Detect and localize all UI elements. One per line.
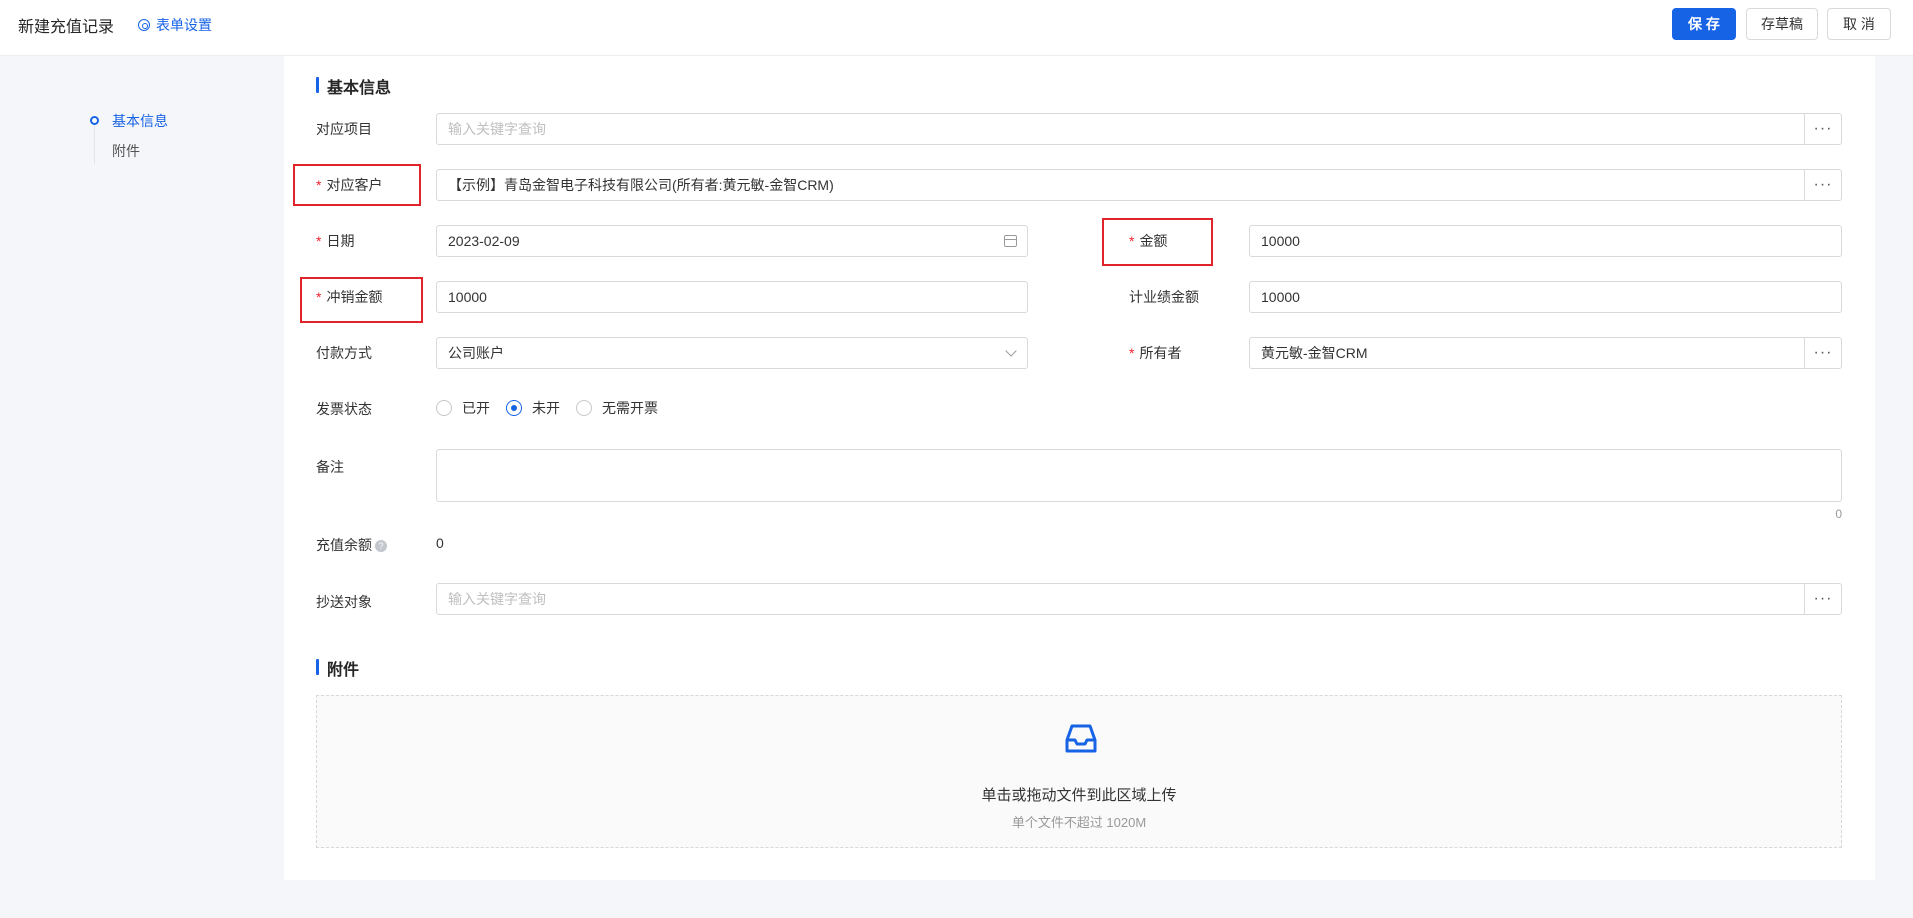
anchor-item-basic[interactable]: 基本信息	[90, 106, 168, 136]
help-icon[interactable]: ?	[375, 540, 387, 553]
payment-label: 付款方式	[316, 345, 372, 361]
project-more-button[interactable]: ···	[1804, 113, 1842, 145]
gear-icon	[138, 19, 150, 31]
customer-input[interactable]: 【示例】青岛金智电子科技有限公司(所有者:黄元敏-金智CRM)	[436, 169, 1805, 201]
payment-select[interactable]: 公司账户	[436, 337, 1028, 369]
inbox-icon	[1065, 724, 1097, 753]
cc-input[interactable]: 输入关键字查询	[436, 583, 1805, 615]
page-title: 新建充值记录	[18, 19, 115, 36]
payment-value: 公司账户	[448, 345, 504, 361]
balance-label-text: 充值余额	[316, 537, 372, 553]
required-mark: *	[316, 233, 322, 249]
chevron-down-icon	[1005, 345, 1017, 357]
upload-size-limit: 单个文件不超过 1020M	[1011, 815, 1147, 830]
section-title-basic: 基本信息	[316, 74, 391, 98]
radio-circle-checked	[506, 400, 522, 416]
radio-circle	[576, 400, 592, 416]
date-value: 2023-02-09	[448, 233, 520, 249]
radio-label: 无需开票	[602, 400, 658, 416]
date-label: * 日期	[316, 231, 354, 251]
save-draft-button[interactable]: 存草稿	[1746, 8, 1818, 40]
balance-value: 0	[436, 535, 444, 551]
invoice-radio-not-issued[interactable]: 未开	[506, 398, 560, 418]
anchor-active-dot	[90, 116, 99, 125]
project-label: 对应项目	[316, 121, 372, 137]
project-input[interactable]: 输入关键字查询	[436, 113, 1805, 145]
performance-input[interactable]: 10000	[1249, 281, 1842, 313]
date-picker[interactable]: 2023-02-09	[436, 225, 1028, 257]
form-settings-label: 表单设置	[156, 17, 212, 33]
top-bar: 新建充值记录 表单设置 保 存 存草稿 取 消	[0, 0, 1913, 56]
invoice-radio-issued[interactable]: 已开	[436, 398, 490, 418]
highlight-box-customer	[293, 164, 421, 206]
writeoff-input[interactable]: 10000	[436, 281, 1028, 313]
radio-label: 已开	[462, 400, 490, 416]
anchor-nav: 基本信息 附件	[90, 106, 168, 166]
amount-input[interactable]: 10000	[1249, 225, 1842, 257]
save-button[interactable]: 保 存	[1672, 8, 1736, 40]
highlight-box-amount	[1102, 218, 1213, 266]
owner-input[interactable]: 黄元敏-金智CRM	[1249, 337, 1805, 369]
section-title-attachments: 附件	[316, 656, 359, 680]
performance-label: 计业绩金额	[1129, 289, 1199, 305]
anchor-item-label: 基本信息	[112, 113, 168, 129]
remark-char-counter: 0	[1835, 507, 1842, 521]
invoice-label: 发票状态	[316, 401, 372, 417]
owner-more-button[interactable]: ···	[1804, 337, 1842, 369]
anchor-item-label: 附件	[112, 143, 140, 159]
upload-hint: 单击或拖动文件到此区域上传	[981, 787, 1177, 804]
highlight-box-writeoff	[300, 277, 423, 323]
balance-label: 充值余额?	[316, 535, 387, 555]
anchor-item-attachments[interactable]: 附件	[90, 136, 168, 166]
radio-label: 未开	[532, 400, 560, 416]
owner-label: * 所有者	[1129, 343, 1181, 363]
customer-more-button[interactable]: ···	[1804, 169, 1842, 201]
invoice-radio-group: 已开 未开 无需开票	[436, 398, 674, 418]
upload-dropzone[interactable]: 单击或拖动文件到此区域上传 单个文件不超过 1020M	[316, 695, 1842, 848]
owner-label-text: 所有者	[1139, 345, 1182, 361]
remark-textarea[interactable]	[436, 449, 1842, 502]
calendar-icon	[1004, 235, 1017, 247]
invoice-radio-not-required[interactable]: 无需开票	[576, 398, 658, 418]
cancel-button[interactable]: 取 消	[1827, 8, 1891, 40]
form-settings-link[interactable]: 表单设置	[138, 15, 212, 35]
radio-circle	[436, 400, 452, 416]
remark-label: 备注	[316, 459, 344, 475]
cc-label: 抄送对象	[316, 594, 372, 610]
required-mark: *	[1129, 345, 1135, 361]
cc-more-button[interactable]: ···	[1804, 583, 1842, 615]
date-label-text: 日期	[326, 233, 355, 249]
